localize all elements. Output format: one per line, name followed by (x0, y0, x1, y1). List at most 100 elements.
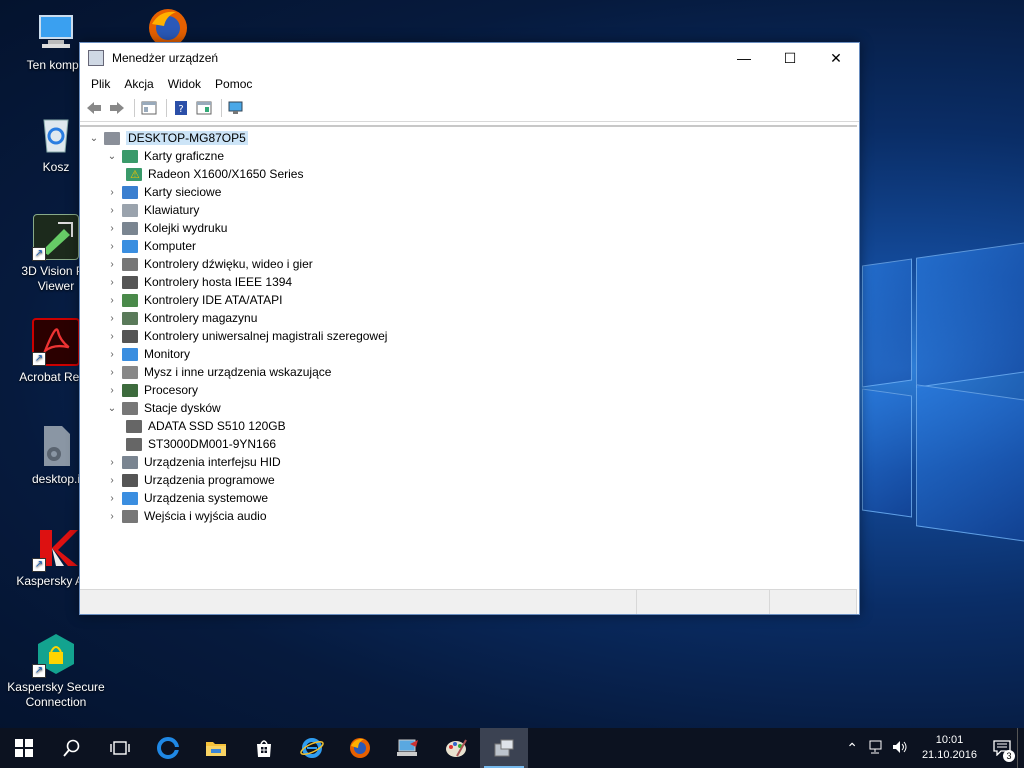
properties-icon[interactable] (194, 99, 214, 117)
title-bar[interactable]: Menedżer urządzeń — ☐ ✕ (80, 43, 859, 73)
clock[interactable]: 10:01 21.10.2016 (922, 733, 977, 763)
tree-item[interactable]: › Kontrolery uniwersalnej magistrali szer… (106, 327, 387, 345)
show-desktop-button[interactable] (1017, 728, 1024, 768)
tree-item[interactable]: › Urządzenia programowe (106, 471, 275, 489)
scan-hardware-icon[interactable] (226, 99, 246, 117)
status-cell (637, 590, 771, 614)
store-icon[interactable] (240, 728, 288, 768)
chevron-up-icon[interactable]: ⌃ (846, 740, 858, 757)
menu-plik[interactable]: Plik (84, 77, 117, 91)
chevron-down-icon[interactable]: ⌄ (106, 403, 118, 414)
warning-display-icon: ⚠ (126, 167, 142, 181)
tree-item[interactable]: › Kolejki wydruku (106, 219, 227, 237)
ide-controller-icon (122, 293, 138, 307)
device-manager-taskbar-button[interactable] (480, 728, 528, 768)
tree-item[interactable]: › Kontrolery magazynu (106, 309, 257, 327)
tree-item-label: Urządzenia interfejsu HID (144, 455, 281, 469)
tree-item[interactable]: › Urządzenia interfejsu HID (106, 453, 281, 471)
tree-item[interactable]: › Komputer (106, 237, 196, 255)
chevron-right-icon[interactable]: › (106, 349, 118, 360)
task-view-icon[interactable] (96, 728, 144, 768)
tree-item[interactable]: › Wejścia i wyjścia audio (106, 507, 266, 525)
chevron-right-icon[interactable]: › (106, 295, 118, 306)
edge-icon[interactable] (144, 728, 192, 768)
sound-icon (122, 257, 138, 271)
chevron-right-icon[interactable]: › (106, 367, 118, 378)
minimize-button[interactable]: — (721, 43, 767, 73)
network-adapter-icon (122, 185, 138, 199)
firefox-icon[interactable] (336, 728, 384, 768)
toolbar-separator (134, 99, 135, 117)
chevron-down-icon[interactable]: ⌄ (106, 151, 118, 162)
tree-item[interactable]: ⌄ Karty graficzne (106, 147, 224, 165)
tree-item[interactable]: › Kontrolery dźwięku, wideo i gier (106, 255, 312, 273)
tree-item[interactable]: › Mysz i inne urządzenia wskazujące (106, 363, 331, 381)
action-center-icon[interactable]: 3 (987, 728, 1017, 768)
tree-root[interactable]: ⌄ DESKTOP-MG87OP5 (88, 129, 248, 147)
forward-arrow-icon[interactable] (107, 99, 127, 117)
chevron-right-icon[interactable]: › (106, 259, 118, 270)
chevron-right-icon[interactable]: › (106, 223, 118, 234)
usb-controller-icon (122, 329, 138, 343)
menu-pomoc[interactable]: Pomoc (208, 77, 259, 91)
start-button[interactable] (0, 728, 48, 768)
menu-widok[interactable]: Widok (161, 77, 208, 91)
tree-item[interactable]: ⌄ Stacje dysków (106, 399, 221, 417)
control-panel-icon[interactable] (384, 728, 432, 768)
tree-item-label: Komputer (144, 239, 197, 253)
recycle-bin-icon (34, 112, 78, 156)
keyboard-icon (122, 203, 138, 217)
network-icon[interactable] (868, 740, 884, 757)
chevron-right-icon[interactable]: › (106, 511, 118, 522)
maximize-button[interactable]: ☐ (767, 43, 813, 73)
toolbar-separator (221, 99, 222, 117)
back-arrow-icon[interactable] (84, 99, 104, 117)
volume-icon[interactable] (892, 740, 908, 757)
chevron-right-icon[interactable]: › (106, 475, 118, 486)
desktop-icon-kaspersky-secure[interactable]: ↗ Kaspersky Secure Connection (6, 632, 106, 710)
computer-icon (34, 10, 78, 54)
close-button[interactable]: ✕ (813, 43, 859, 73)
tree-item[interactable]: ⚠ Radeon X1600/X1650 Series (126, 165, 303, 183)
tree-item[interactable]: › Urządzenia systemowe (106, 489, 268, 507)
chevron-right-icon[interactable]: › (106, 187, 118, 198)
chevron-right-icon[interactable]: › (106, 385, 118, 396)
desktop-computer-icon (104, 131, 120, 145)
tree-item-label: Kontrolery magazynu (144, 311, 258, 325)
file-explorer-icon[interactable] (192, 728, 240, 768)
3d-vision-icon: ↗ (32, 214, 79, 261)
menu-akcja[interactable]: Akcja (117, 77, 160, 91)
show-hide-console-tree-icon[interactable] (139, 99, 159, 117)
tree-item[interactable]: › Procesory (106, 381, 198, 399)
svg-text:?: ? (178, 104, 183, 115)
computer-icon (122, 239, 138, 253)
clock-date: 21.10.2016 (921, 749, 977, 761)
chevron-right-icon[interactable]: › (106, 493, 118, 504)
tree-item[interactable]: › Kontrolery IDE ATA/ATAPI (106, 291, 282, 309)
chevron-right-icon[interactable]: › (106, 205, 118, 216)
storage-controller-icon (122, 311, 138, 325)
hid-icon (122, 455, 138, 469)
help-icon[interactable]: ? (171, 99, 191, 117)
internet-explorer-icon[interactable] (288, 728, 336, 768)
chevron-right-icon[interactable]: › (106, 313, 118, 324)
chevron-right-icon[interactable]: › (106, 457, 118, 468)
kaspersky-secure-icon: ↗ (32, 632, 78, 678)
tree-item-label: Urządzenia programowe (144, 473, 275, 487)
tree-item[interactable]: › Kontrolery hosta IEEE 1394 (106, 273, 292, 291)
chevron-right-icon[interactable]: › (106, 331, 118, 342)
tree-item[interactable]: › Karty sieciowe (106, 183, 221, 201)
notification-badge: 3 (1003, 750, 1015, 762)
search-icon[interactable] (48, 728, 96, 768)
tree-item[interactable]: › Klawiatury (106, 201, 199, 219)
monitor-icon (122, 347, 138, 361)
tree-item-label: Kontrolery uniwersalnej magistrali szere… (144, 329, 388, 343)
chevron-down-icon[interactable]: ⌄ (88, 133, 100, 144)
tree-item[interactable]: ST3000DM001-9YN166 (126, 435, 276, 453)
tree-item[interactable]: ADATA SSD S510 120GB (126, 417, 286, 435)
paint-icon[interactable] (432, 728, 480, 768)
chevron-right-icon[interactable]: › (106, 277, 118, 288)
disk-icon (126, 419, 142, 433)
tree-item[interactable]: › Monitory (106, 345, 190, 363)
chevron-right-icon[interactable]: › (106, 241, 118, 252)
